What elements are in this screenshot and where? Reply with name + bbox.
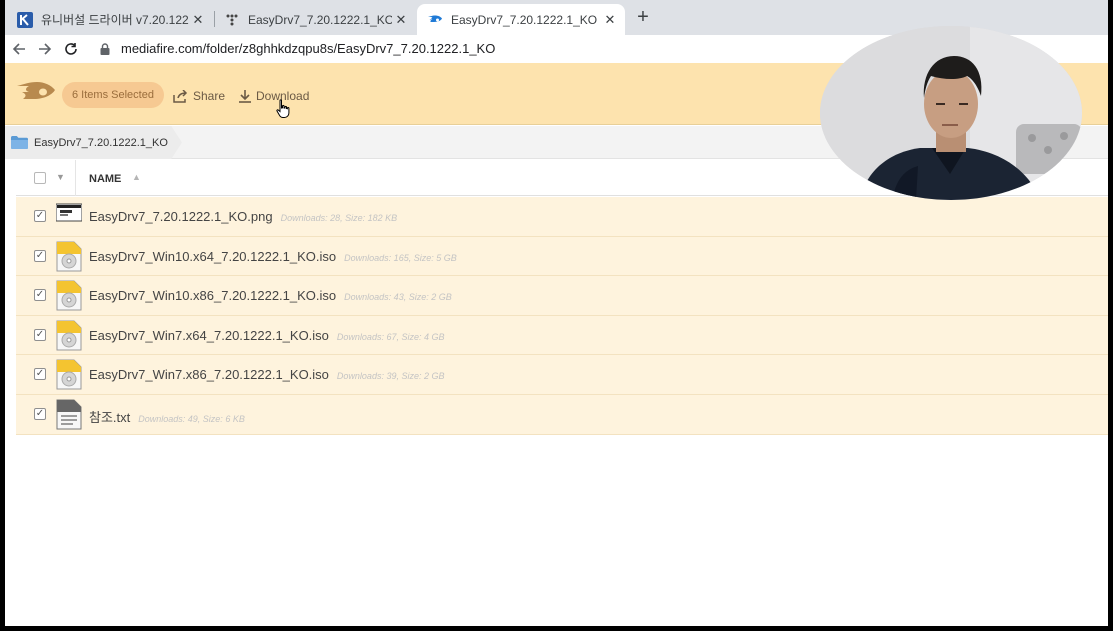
share-icon bbox=[173, 89, 188, 103]
file-meta: Downloads: 28, Size: 182 KB bbox=[280, 213, 398, 223]
file-meta: Downloads: 67, Size: 4 GB bbox=[336, 331, 445, 342]
share-label: Share bbox=[193, 89, 226, 103]
items-selected-badge: 6 Items Selected bbox=[62, 82, 164, 108]
check-icon: ✓ bbox=[35, 210, 45, 221]
table-row[interactable]: ✓ EasyDrv7_Win7.x86_7.20.1222.1_KO.iso D… bbox=[16, 355, 1108, 395]
close-icon[interactable]: ✕ bbox=[601, 11, 619, 29]
tab-easydrv-mediafire[interactable]: EasyDrv7_7.20.1222.1_KO ✕ bbox=[417, 4, 625, 35]
back-icon[interactable] bbox=[6, 36, 32, 62]
column-name-header[interactable]: NAME bbox=[89, 173, 121, 185]
folder-icon bbox=[11, 136, 28, 149]
file-name-link[interactable]: EasyDrv7_Win10.x64_7.20.1222.1_KO.iso Do… bbox=[89, 249, 457, 264]
check-icon: ✓ bbox=[35, 368, 45, 380]
file-name: EasyDrv7_Win10.x86_7.20.1222.1_KO.iso bbox=[89, 288, 337, 304]
text-file-icon bbox=[56, 399, 82, 430]
drive-dots-icon bbox=[224, 12, 240, 28]
breadcrumb-folder-name: EasyDrv7_7.20.1222.1_KO bbox=[34, 136, 168, 149]
breadcrumb-folder[interactable]: EasyDrv7_7.20.1222.1_KO bbox=[5, 126, 182, 159]
file-name: 참조.txt bbox=[89, 409, 131, 425]
close-icon[interactable]: ✕ bbox=[189, 11, 207, 29]
share-button[interactable]: Share bbox=[173, 87, 225, 105]
disc-image-file-icon bbox=[56, 280, 82, 311]
tab-universal-driver[interactable]: 유니버설 드라이버 v7.20.1222.1 ✕ bbox=[7, 4, 213, 35]
check-icon: ✓ bbox=[35, 407, 45, 419]
table-row[interactable]: ✓ EasyDrv7_Win7.x64_7.20.1222.1_KO.iso D… bbox=[16, 315, 1108, 356]
disc-image-file-icon bbox=[56, 320, 82, 351]
forward-icon[interactable] bbox=[32, 36, 58, 62]
select-all-checkbox[interactable] bbox=[34, 172, 46, 184]
table-row[interactable]: ✓ EasyDrv7_7.20.1222.1_KO.png Downloads:… bbox=[16, 197, 1108, 237]
table-row[interactable]: ✓ EasyDrv7_Win10.x64_7.20.1222.1_KO.iso … bbox=[16, 236, 1108, 277]
file-meta: Downloads: 39, Size: 2 GB bbox=[336, 371, 445, 382]
row-checkbox[interactable]: ✓ bbox=[34, 368, 46, 381]
table-row[interactable]: ✓ 참조.txt Downloads: 49, Size: 6 KB bbox=[16, 394, 1108, 435]
new-tab-button[interactable]: + bbox=[633, 7, 653, 28]
tab-title: EasyDrv7_7.20.1222.1_KO bbox=[451, 12, 598, 27]
browser-window: 유니버설 드라이버 v7.20.1222.1 ✕ EasyDrv7_7.20.1… bbox=[5, 0, 1108, 626]
presenter-video-frame bbox=[820, 26, 1082, 200]
check-icon: ✓ bbox=[35, 249, 45, 261]
table-row[interactable]: ✓ EasyDrv7_Win10.x86_7.20.1222.1_KO.iso … bbox=[16, 276, 1108, 316]
disc-image-file-icon bbox=[56, 241, 82, 272]
check-icon: ✓ bbox=[35, 289, 45, 301]
file-name-link[interactable]: EasyDrv7_Win7.x86_7.20.1222.1_KO.iso Dow… bbox=[89, 367, 444, 382]
file-name-link[interactable]: EasyDrv7_Win7.x64_7.20.1222.1_KO.iso Dow… bbox=[89, 328, 444, 343]
sort-ascending-icon[interactable]: ▲ bbox=[132, 172, 141, 182]
url-text: mediafire.com/folder/z8ghhkdzqpu8s/EasyD… bbox=[121, 41, 496, 56]
select-options-caret-icon[interactable]: ▼ bbox=[56, 172, 65, 182]
kakao-k-icon bbox=[17, 11, 33, 28]
row-checkbox[interactable]: ✓ bbox=[34, 289, 46, 302]
column-divider bbox=[75, 160, 76, 196]
row-checkbox[interactable]: ✓ bbox=[34, 328, 46, 341]
reload-icon[interactable] bbox=[58, 36, 84, 62]
tab-title: EasyDrv7_7.20.1222.1_KO bbox=[248, 12, 392, 27]
webcam-overlay bbox=[820, 26, 1082, 200]
check-icon: ✓ bbox=[35, 328, 45, 340]
lock-icon bbox=[100, 42, 110, 55]
file-list: ✓ EasyDrv7_7.20.1222.1_KO.png Downloads:… bbox=[16, 197, 1108, 435]
file-name-link[interactable]: EasyDrv7_Win10.x86_7.20.1222.1_KO.iso Do… bbox=[89, 288, 452, 303]
file-meta: Downloads: 49, Size: 6 KB bbox=[138, 413, 245, 424]
hand-cursor-icon bbox=[276, 99, 290, 118]
file-name: EasyDrv7_Win7.x64_7.20.1222.1_KO.iso bbox=[89, 327, 329, 343]
close-icon[interactable]: ✕ bbox=[392, 11, 410, 29]
file-name: EasyDrv7_7.20.1222.1_KO.png bbox=[89, 209, 273, 224]
tab-easydrv-drive[interactable]: EasyDrv7_7.20.1222.1_KO ✕ bbox=[214, 4, 416, 35]
download-icon bbox=[239, 90, 251, 103]
file-name: EasyDrv7_Win10.x64_7.20.1222.1_KO.iso bbox=[89, 248, 337, 264]
tab-title: 유니버설 드라이버 v7.20.1222.1 bbox=[41, 13, 189, 27]
file-name-link[interactable]: EasyDrv7_7.20.1222.1_KO.png Downloads: 2… bbox=[89, 209, 397, 224]
disc-image-file-icon bbox=[56, 359, 82, 390]
download-button[interactable]: Download bbox=[238, 87, 309, 105]
file-name-link[interactable]: 참조.txt Downloads: 49, Size: 6 KB bbox=[89, 407, 245, 426]
file-meta: Downloads: 165, Size: 5 GB bbox=[344, 252, 457, 263]
image-file-icon bbox=[56, 203, 82, 222]
row-checkbox[interactable]: ✓ bbox=[34, 249, 46, 262]
row-checkbox[interactable]: ✓ bbox=[34, 407, 46, 420]
mediafire-icon bbox=[427, 12, 443, 28]
file-name: EasyDrv7_Win7.x86_7.20.1222.1_KO.iso bbox=[89, 367, 329, 383]
row-checkbox[interactable]: ✓ bbox=[34, 210, 46, 222]
file-meta: Downloads: 43, Size: 2 GB bbox=[344, 292, 452, 303]
mediafire-logo-icon[interactable] bbox=[15, 80, 57, 106]
